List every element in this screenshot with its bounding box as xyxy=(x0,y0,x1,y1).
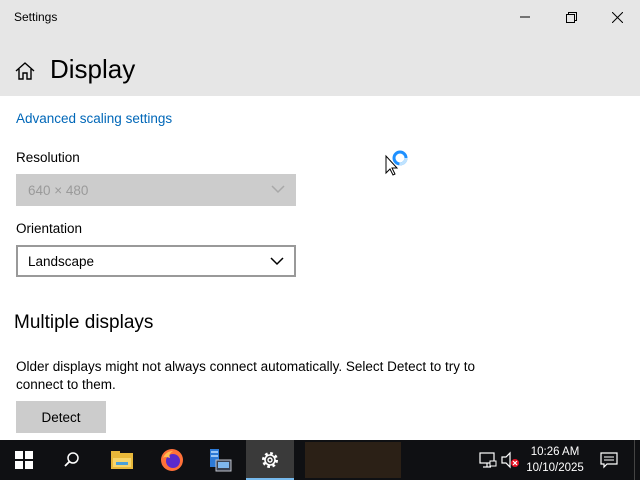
restore-button[interactable] xyxy=(548,0,594,34)
network-icon[interactable] xyxy=(478,450,498,470)
taskbar-server-manager[interactable] xyxy=(196,440,244,480)
page-title: Display xyxy=(50,54,136,84)
close-button[interactable] xyxy=(594,0,640,34)
search-button[interactable] xyxy=(48,440,96,480)
taskbar-firefox[interactable] xyxy=(148,440,196,480)
window-title: Settings xyxy=(14,10,58,24)
orientation-dropdown[interactable]: Landscape xyxy=(16,245,296,277)
multiple-displays-description: Older displays might not always connect … xyxy=(16,359,475,392)
server-manager-icon xyxy=(210,449,232,472)
chevron-down-icon xyxy=(271,185,285,194)
display-settings-content: Advanced scaling settings Resolution 640… xyxy=(0,96,640,440)
busy-cursor-icon xyxy=(385,150,408,176)
minimize-icon xyxy=(520,16,530,18)
home-icon[interactable] xyxy=(14,60,36,82)
close-icon xyxy=(611,11,623,23)
windows-start-icon xyxy=(15,451,33,469)
system-clock[interactable]: 10:26 AM 10/10/2025 xyxy=(516,444,594,476)
detect-button[interactable]: Detect xyxy=(16,401,106,433)
action-center-button[interactable] xyxy=(594,440,624,480)
taskbar: 10:26 AM 10/10/2025 xyxy=(0,440,640,480)
firefox-icon xyxy=(161,449,183,471)
restore-icon xyxy=(565,11,577,23)
multiple-displays-heading: Multiple displays xyxy=(14,312,154,333)
show-desktop-button[interactable] xyxy=(634,440,640,480)
resolution-dropdown[interactable]: 640 × 480 xyxy=(16,174,296,206)
search-icon xyxy=(64,452,79,467)
clock-time: 10:26 AM xyxy=(530,446,580,458)
advanced-scaling-link[interactable]: Advanced scaling settings xyxy=(16,111,172,126)
orientation-label: Orientation xyxy=(16,221,83,236)
taskbar-window-preview xyxy=(305,442,401,478)
taskbar-file-explorer[interactable] xyxy=(98,440,146,480)
settings-gear-icon xyxy=(262,452,278,468)
title-bar: Settings xyxy=(0,0,640,34)
notification-icon xyxy=(600,452,618,469)
clock-date: 10/10/2025 xyxy=(526,462,584,474)
file-explorer-icon xyxy=(111,451,133,469)
chevron-down-icon xyxy=(270,257,284,266)
minimize-button[interactable] xyxy=(502,0,548,34)
orientation-value: Landscape xyxy=(28,253,95,269)
resolution-label: Resolution xyxy=(16,150,80,165)
page-header: Display xyxy=(0,34,640,96)
start-button[interactable] xyxy=(0,440,48,480)
taskbar-settings[interactable] xyxy=(246,440,294,480)
resolution-value: 640 × 480 xyxy=(28,182,89,198)
